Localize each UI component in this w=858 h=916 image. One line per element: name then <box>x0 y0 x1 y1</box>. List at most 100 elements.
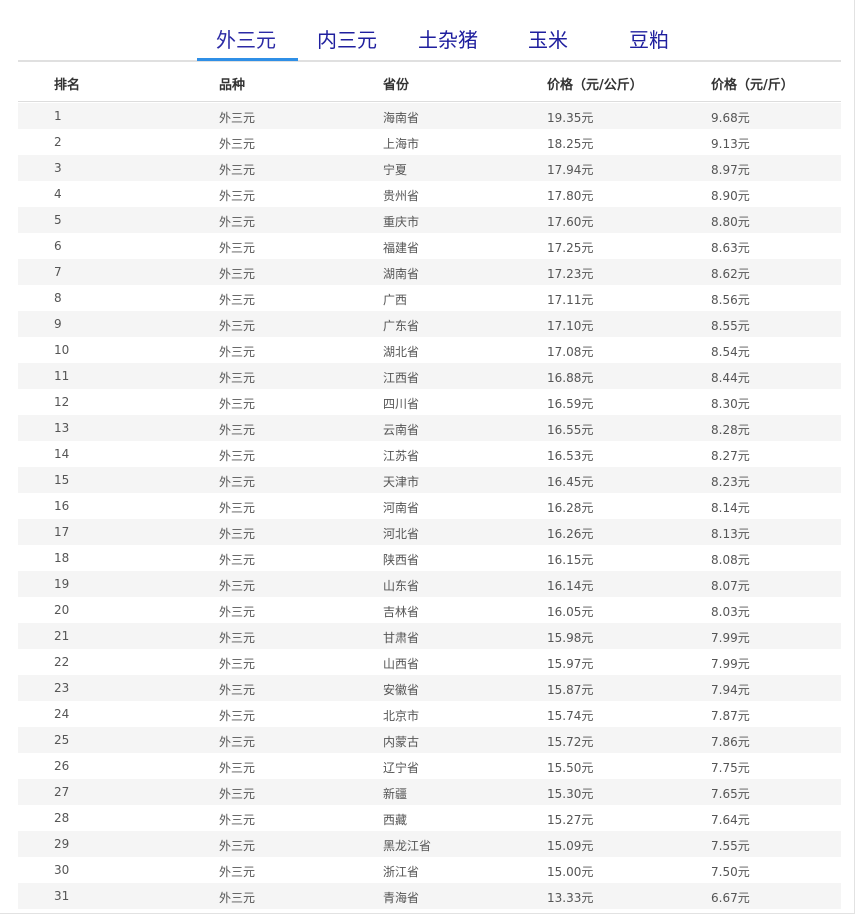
cell-province: 四川省 <box>383 397 420 411</box>
cell-price-per-kg: 15.50元 <box>547 761 594 775</box>
cell-price-per-kg: 17.08元 <box>547 345 594 359</box>
cell-price-per-kg: 17.23元 <box>547 267 594 281</box>
cell-price-per-kg: 15.00元 <box>547 865 594 879</box>
cell-price-per-jin: 8.63元 <box>711 241 750 255</box>
cell-province: 北京市 <box>383 709 420 723</box>
cell-province: 福建省 <box>383 241 420 255</box>
cell-price-per-kg: 16.28元 <box>547 501 594 515</box>
cell-rank: 11 <box>54 369 70 383</box>
cell-price-per-jin: 8.23元 <box>711 475 750 489</box>
cell-rank: 20 <box>54 603 70 617</box>
cell-price-per-kg: 19.35元 <box>547 111 594 125</box>
table-row: 20 外三元 吉林省 16.05元 8.03元 <box>18 597 841 623</box>
cell-rank: 9 <box>54 317 62 331</box>
table-row: 12 外三元 四川省 16.59元 8.30元 <box>18 389 841 415</box>
cell-price-per-jin: 8.54元 <box>711 345 750 359</box>
cell-breed: 外三元 <box>219 761 256 775</box>
cell-rank: 10 <box>54 343 70 357</box>
cell-price-per-kg: 16.55元 <box>547 423 594 437</box>
cell-breed: 外三元 <box>219 293 256 307</box>
cell-rank: 19 <box>54 577 70 591</box>
cell-price-per-kg: 16.15元 <box>547 553 594 567</box>
cell-province: 云南省 <box>383 423 420 437</box>
tab-tu-za-zhu[interactable]: 土杂猪 <box>418 26 478 60</box>
table-row: 19 外三元 山东省 16.14元 8.07元 <box>18 571 841 597</box>
cell-breed: 外三元 <box>219 891 256 905</box>
cell-breed: 外三元 <box>219 735 256 749</box>
table-row: 5 外三元 重庆市 17.60元 8.80元 <box>18 207 841 233</box>
cell-price-per-kg: 15.97元 <box>547 657 594 671</box>
table-row: 7 外三元 湖南省 17.23元 8.62元 <box>18 259 841 285</box>
table-row: 8 外三元 广西 17.11元 8.56元 <box>18 285 841 311</box>
category-tabs: 外三元 内三元 土杂猪 玉米 豆粕 <box>18 0 841 62</box>
cell-rank: 5 <box>54 213 62 227</box>
table-row: 28 外三元 西藏 15.27元 7.64元 <box>18 805 841 831</box>
header-rank: 排名 <box>54 78 81 93</box>
cell-price-per-kg: 16.53元 <box>547 449 594 463</box>
cell-province: 重庆市 <box>383 215 420 229</box>
table-row: 1 外三元 海南省 19.35元 9.68元 <box>18 103 841 129</box>
header-breed: 品种 <box>219 78 246 93</box>
cell-price-per-kg: 17.60元 <box>547 215 594 229</box>
cell-price-per-kg: 15.27元 <box>547 813 594 827</box>
table-row: 18 外三元 陕西省 16.15元 8.08元 <box>18 545 841 571</box>
cell-price-per-jin: 8.44元 <box>711 371 750 385</box>
cell-breed: 外三元 <box>219 267 256 281</box>
cell-breed: 外三元 <box>219 787 256 801</box>
table-row: 10 外三元 湖北省 17.08元 8.54元 <box>18 337 841 363</box>
table-body: 1 外三元 海南省 19.35元 9.68元 2 外三元 上海市 18.25元 9.13元 3 外三元… <box>18 103 841 909</box>
cell-breed: 外三元 <box>219 813 256 827</box>
cell-price-per-kg: 15.87元 <box>547 683 594 697</box>
cell-breed: 外三元 <box>219 189 256 203</box>
cell-province: 安徽省 <box>383 683 420 697</box>
cell-breed: 外三元 <box>219 319 256 333</box>
cell-price-per-jin: 8.80元 <box>711 215 750 229</box>
cell-rank: 6 <box>54 239 62 253</box>
cell-rank: 1 <box>54 109 62 123</box>
cell-price-per-kg: 17.80元 <box>547 189 594 203</box>
cell-province: 广东省 <box>383 319 420 333</box>
cell-rank: 2 <box>54 135 62 149</box>
header-province: 省份 <box>383 78 410 93</box>
cell-province: 内蒙古 <box>383 735 420 749</box>
cell-province: 河南省 <box>383 501 420 515</box>
tab-dou-po[interactable]: 豆粕 <box>629 26 669 60</box>
cell-rank: 26 <box>54 759 70 773</box>
cell-rank: 12 <box>54 395 70 409</box>
cell-breed: 外三元 <box>219 111 256 125</box>
tab-nei-san-yuan[interactable]: 内三元 <box>317 26 377 60</box>
cell-price-per-jin: 8.13元 <box>711 527 750 541</box>
cell-rank: 4 <box>54 187 62 201</box>
cell-price-per-kg: 17.11元 <box>547 293 594 307</box>
cell-province: 浙江省 <box>383 865 420 879</box>
cell-price-per-kg: 15.98元 <box>547 631 594 645</box>
cell-province: 宁夏 <box>383 163 408 177</box>
table-row: 13 外三元 云南省 16.55元 8.28元 <box>18 415 841 441</box>
table-row: 15 外三元 天津市 16.45元 8.23元 <box>18 467 841 493</box>
cell-price-per-kg: 16.26元 <box>547 527 594 541</box>
cell-breed: 外三元 <box>219 527 256 541</box>
cell-price-per-jin: 8.97元 <box>711 163 750 177</box>
cell-price-per-jin: 7.86元 <box>711 735 750 749</box>
table-row: 25 外三元 内蒙古 15.72元 7.86元 <box>18 727 841 753</box>
cell-price-per-jin: 7.50元 <box>711 865 750 879</box>
cell-rank: 23 <box>54 681 70 695</box>
cell-price-per-jin: 9.68元 <box>711 111 750 125</box>
cell-price-per-jin: 7.55元 <box>711 839 750 853</box>
cell-rank: 21 <box>54 629 70 643</box>
cell-price-per-kg: 16.05元 <box>547 605 594 619</box>
cell-rank: 3 <box>54 161 62 175</box>
tab-wai-san-yuan[interactable]: 外三元 <box>216 26 276 60</box>
cell-province: 青海省 <box>383 891 420 905</box>
table-row: 23 外三元 安徽省 15.87元 7.94元 <box>18 675 841 701</box>
cell-rank: 30 <box>54 863 70 877</box>
table-row: 29 外三元 黑龙江省 15.09元 7.55元 <box>18 831 841 857</box>
cell-price-per-jin: 8.30元 <box>711 397 750 411</box>
cell-breed: 外三元 <box>219 449 256 463</box>
cell-price-per-jin: 8.56元 <box>711 293 750 307</box>
cell-breed: 外三元 <box>219 839 256 853</box>
tab-yu-mi[interactable]: 玉米 <box>528 26 568 60</box>
cell-province: 江西省 <box>383 371 420 385</box>
cell-price-per-jin: 8.28元 <box>711 423 750 437</box>
cell-province: 广西 <box>383 293 408 307</box>
